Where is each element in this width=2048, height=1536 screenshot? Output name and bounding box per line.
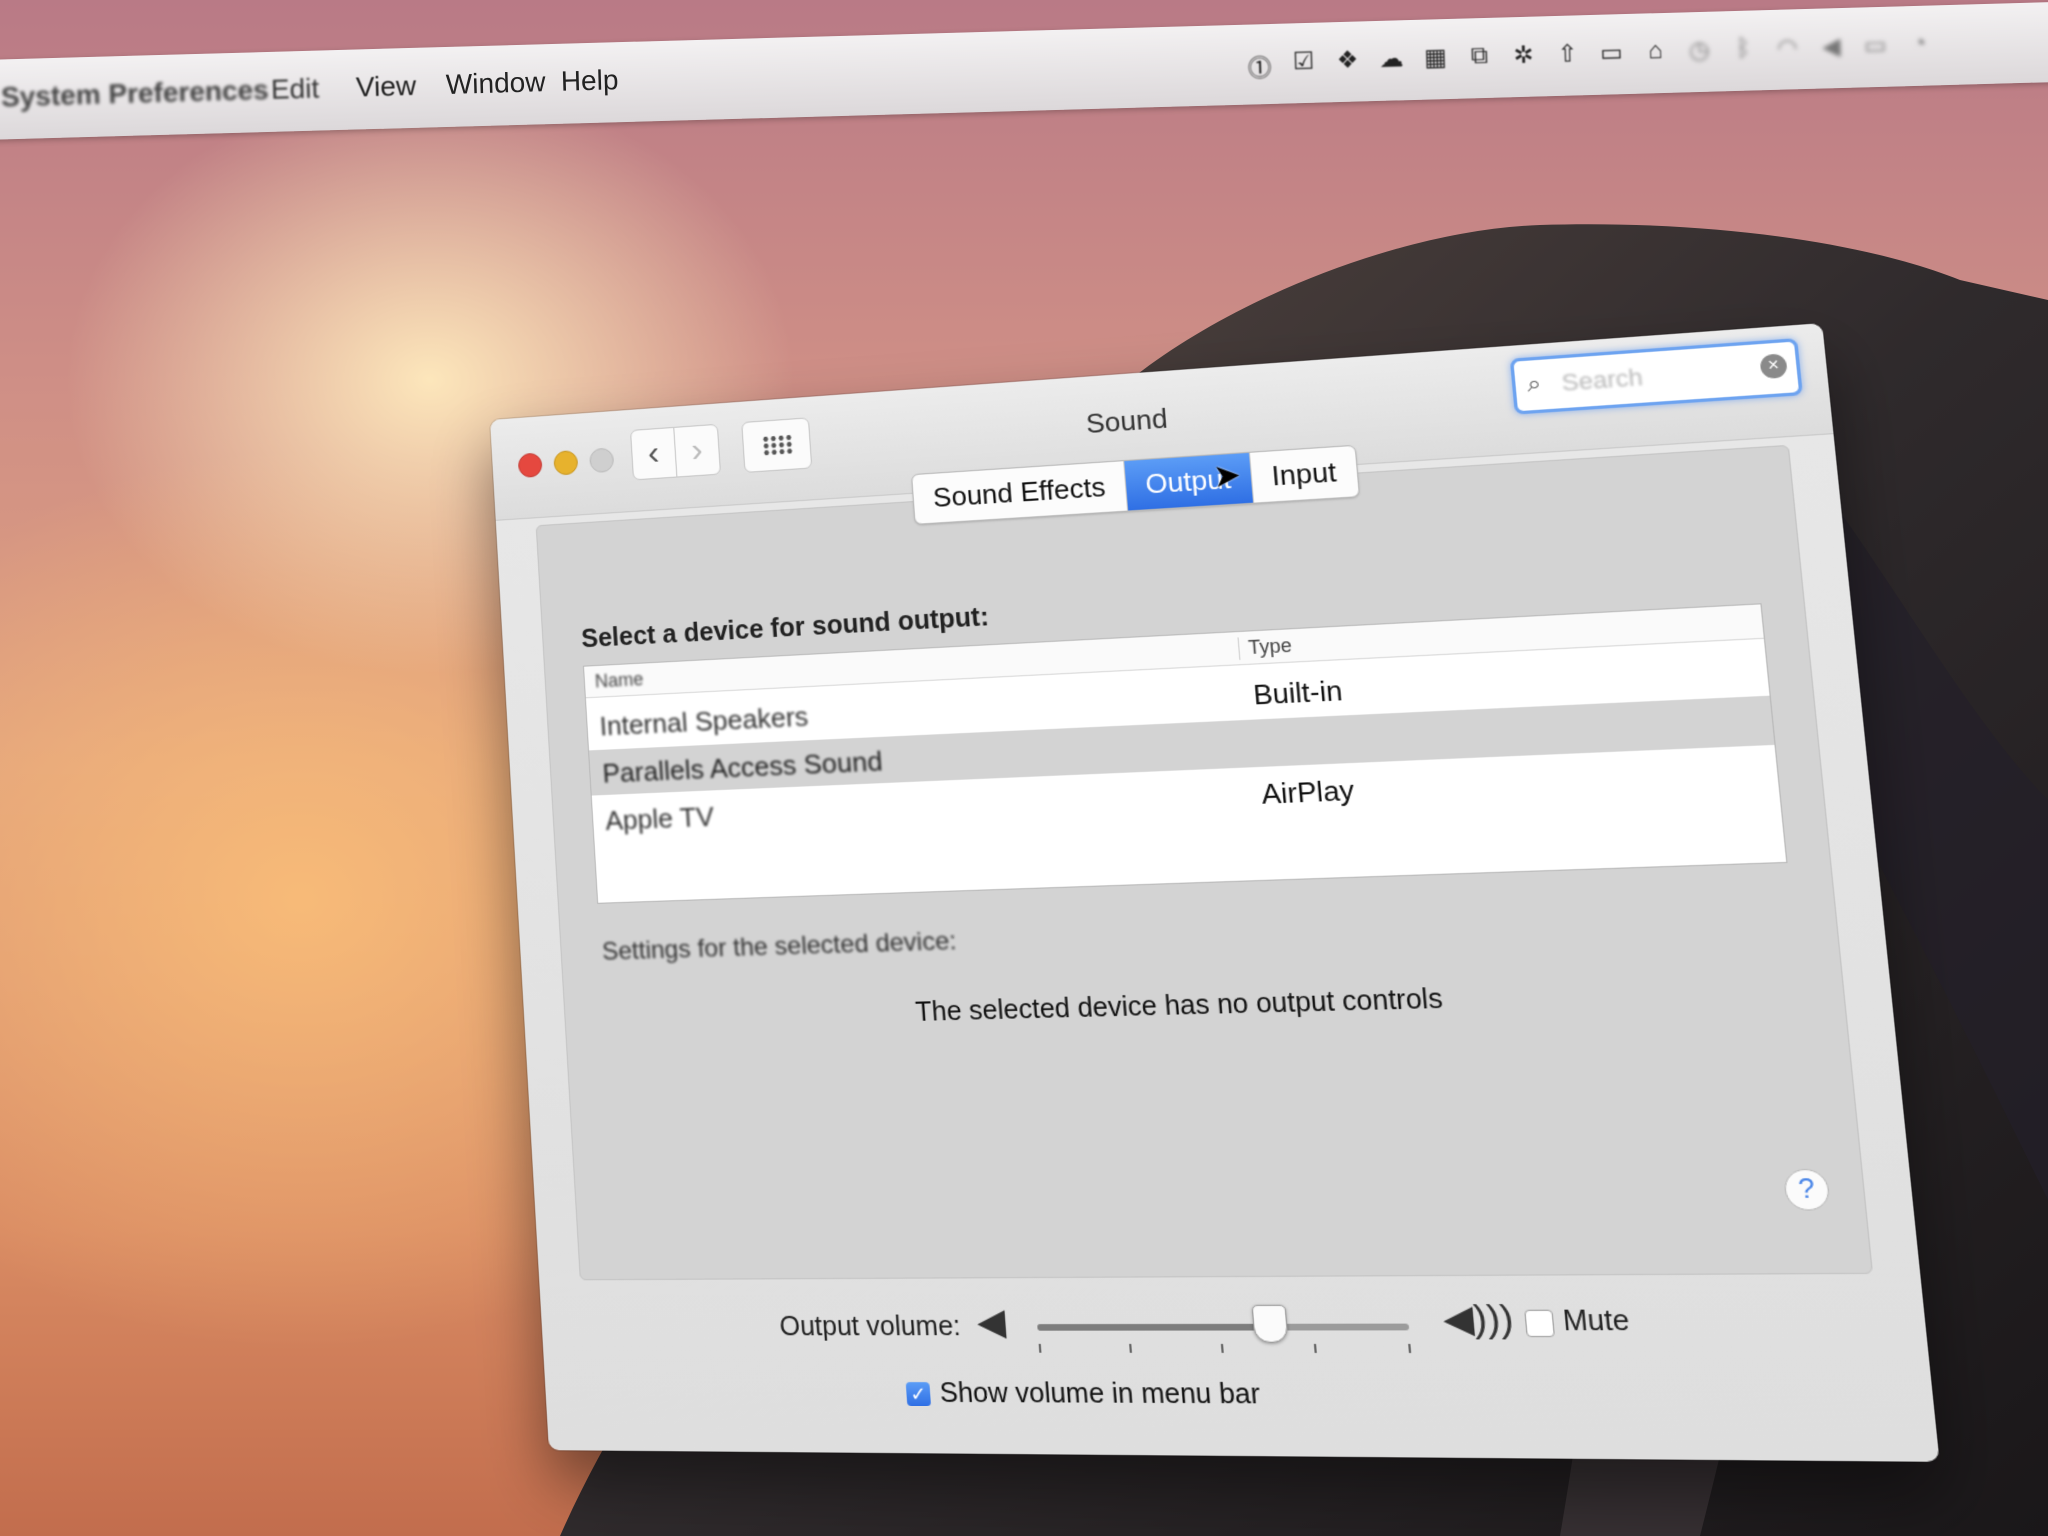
search-icon: ⌕ [1526,370,1543,399]
menu-app-name[interactable]: System Preferences [1,74,270,113]
airplay-icon[interactable]: ▭ [1597,38,1626,74]
status-icons: ⓵ ☑ ❖ ☁ ▦ ⧉ ✲ ⇧ ▭ ⌂ ◷ ᛒ ◠ ◀ ▭ ◔ [1245,29,1934,83]
volume-slider-fill [1037,1324,1269,1331]
vpn-icon[interactable]: ⌂ [1641,37,1670,73]
clock-icon[interactable]: ◔ [1905,29,1934,65]
speaker-high-icon: ◀))) [1441,1296,1515,1342]
device-type: AirPlay [1260,774,1355,811]
output-volume-label: Output volume: [779,1311,962,1343]
battery-icon[interactable]: ▭ [1861,31,1890,67]
speaker-low-icon: ◀ [975,1300,1007,1344]
mute-checkbox[interactable] [1524,1310,1555,1337]
menu-help[interactable]: Help [560,64,618,98]
sound-preferences-window: ‹ › Sound ⌕ Search × Select a device for… [490,323,1940,1462]
upload-icon[interactable]: ⇧ [1553,39,1582,75]
menu-window[interactable]: Window [445,66,545,101]
device-table: Name Type Internal Speakers Built-in Par… [583,603,1788,904]
clear-search-icon[interactable]: × [1759,353,1788,379]
help-button[interactable]: ? [1783,1169,1831,1211]
volume-slider[interactable] [1037,1324,1409,1331]
calendar-icon[interactable]: ▦ [1421,43,1450,79]
volume-ticks [1039,1344,1412,1355]
search-field[interactable]: ⌕ Search × [1510,338,1803,415]
cloud-icon[interactable]: ☁ [1377,44,1406,80]
menu-view[interactable]: View [355,70,416,104]
show-volume-checkbox[interactable]: ✓ [906,1382,931,1406]
clipboard-icon[interactable]: ⧉ [1465,42,1494,78]
password-manager-icon[interactable]: ⓵ [1245,48,1274,84]
bluetooth-icon[interactable]: ᛒ [1729,34,1758,70]
show-volume-label[interactable]: Show volume in menu bar [939,1378,1262,1411]
timemachine-icon[interactable]: ◷ [1685,36,1714,72]
device-name: Internal Speakers [599,701,809,743]
checklist-icon[interactable]: ☑ [1289,47,1318,83]
volume-slider-thumb[interactable] [1251,1305,1288,1343]
column-type[interactable]: Type [1237,635,1292,660]
output-panel: Select a device for sound output: Name T… [536,445,1873,1280]
dropbox-icon[interactable]: ❖ [1333,45,1362,81]
no-controls-message: The selected device has no output contro… [565,973,1845,1037]
volume-icon[interactable]: ◀ [1817,32,1846,68]
menu-edit[interactable]: Edit [271,73,320,106]
wifi-icon[interactable]: ◠ [1773,33,1802,69]
mute-label[interactable]: Mute [1562,1305,1631,1338]
device-type: Built-in [1252,674,1344,712]
mouse-cursor-icon: ➤ [1212,457,1243,496]
column-name[interactable]: Name [594,669,644,693]
settings-label: Settings for the selected device: [601,927,957,967]
bug-icon[interactable]: ✲ [1509,41,1538,77]
tab-input[interactable]: Input [1250,446,1359,503]
device-name: Parallels Access Sound [602,745,884,790]
device-name: Apple TV [604,801,714,837]
search-placeholder: Search [1560,363,1644,397]
